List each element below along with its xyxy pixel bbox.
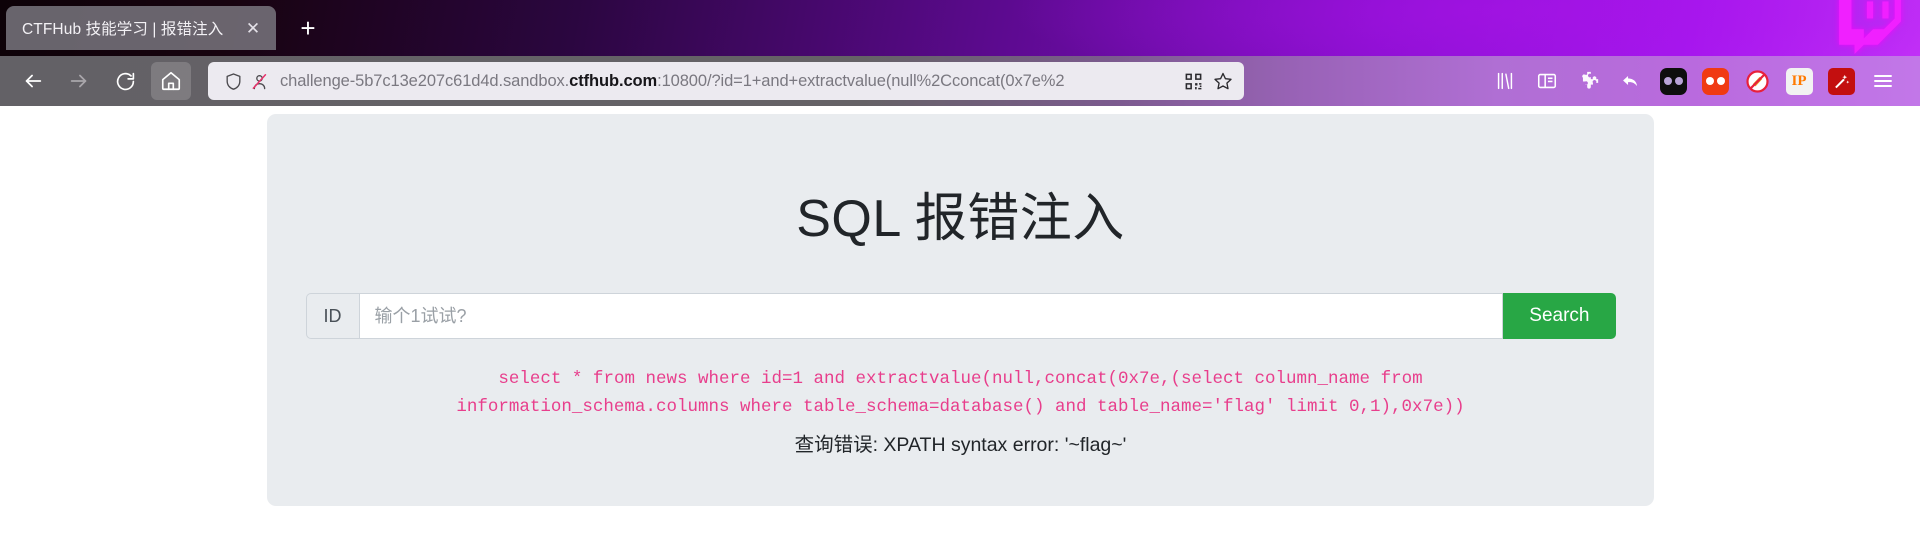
wand-badge bbox=[1827, 67, 1855, 95]
browser-navigation-bar: challenge-5b7c13e207c61d4d.sandbox.ctfhu… bbox=[0, 56, 1920, 106]
url-prefix: challenge-5b7c13e207c61d4d.sandbox. bbox=[280, 71, 570, 90]
url-domain: ctfhub.com bbox=[569, 71, 658, 90]
error-message: 查询错误: XPATH syntax error: '~flag~' bbox=[794, 433, 1127, 456]
noscript-glyph bbox=[1745, 69, 1769, 93]
address-bar[interactable]: challenge-5b7c13e207c61d4d.sandbox.ctfhu… bbox=[208, 62, 1244, 100]
undo-arrow-icon[interactable] bbox=[1610, 62, 1652, 100]
home-button[interactable] bbox=[151, 62, 191, 100]
forward-arrow-icon bbox=[70, 74, 87, 88]
sql-query-output: select * from news where id=1 and extrac… bbox=[456, 369, 1465, 418]
browser-tab[interactable]: CTFHub 技能学习 | 报错注入 ✕ bbox=[6, 6, 276, 50]
tab-title: CTFHub 技能学习 | 报错注入 bbox=[22, 21, 224, 38]
app-menu-hamburger-icon[interactable] bbox=[1862, 62, 1904, 100]
extension-red-badge bbox=[1701, 67, 1729, 95]
extension-black-dots-icon[interactable] bbox=[1652, 62, 1694, 100]
reload-icon bbox=[116, 72, 134, 90]
library-icon[interactable] bbox=[1484, 62, 1526, 100]
sidebar-icon[interactable] bbox=[1526, 62, 1568, 100]
search-button[interactable]: Search bbox=[1503, 293, 1616, 339]
browser-window: CTFHub 技能学习 | 报错注入 ✕ + challenge-5b7c13e… bbox=[0, 0, 1920, 556]
tab-strip: CTFHub 技能学习 | 报错注入 ✕ + bbox=[0, 6, 326, 50]
page-viewport: SQL 报错注入 ID Search select * from news wh… bbox=[0, 106, 1920, 556]
back-button[interactable] bbox=[13, 62, 53, 100]
extension-black-badge bbox=[1659, 67, 1687, 95]
star-bookmark-icon[interactable] bbox=[1208, 66, 1238, 96]
extension-red-dots-icon[interactable] bbox=[1694, 62, 1736, 100]
reload-button[interactable] bbox=[105, 62, 145, 100]
page-title: SQL 报错注入 bbox=[796, 190, 1125, 248]
browser-toolbar-extensions: IP bbox=[1484, 62, 1910, 100]
noscript-blocked-icon[interactable] bbox=[1736, 62, 1778, 100]
back-arrow-icon bbox=[25, 74, 42, 88]
shield-icon[interactable] bbox=[220, 68, 246, 94]
id-search-input[interactable] bbox=[358, 293, 1504, 339]
close-icon[interactable]: ✕ bbox=[240, 15, 266, 41]
ip-address-extension-icon[interactable]: IP bbox=[1778, 62, 1820, 100]
jumbotron-container: SQL 报错注入 ID Search select * from news wh… bbox=[267, 114, 1654, 506]
tracking-protection-blocked-icon[interactable] bbox=[246, 68, 272, 94]
extensions-puzzle-icon[interactable] bbox=[1568, 62, 1610, 100]
new-tab-button[interactable]: + bbox=[290, 10, 326, 46]
url-text[interactable]: challenge-5b7c13e207c61d4d.sandbox.ctfhu… bbox=[280, 72, 1170, 91]
forward-button[interactable] bbox=[59, 62, 99, 100]
browser-titlebar: CTFHub 技能学习 | 报错注入 ✕ + bbox=[0, 0, 1920, 56]
id-search-form: ID Search bbox=[305, 293, 1616, 339]
url-suffix: :10800/?id=1+and+extractvalue(null%2Ccon… bbox=[657, 71, 1065, 90]
twitch-glitch-logo-icon bbox=[1839, 0, 1901, 54]
home-icon bbox=[161, 71, 181, 91]
magic-wand-extension-icon[interactable] bbox=[1820, 62, 1862, 100]
id-input-label: ID bbox=[305, 293, 359, 339]
qr-code-icon[interactable] bbox=[1178, 66, 1208, 96]
ip-badge: IP bbox=[1785, 67, 1813, 95]
